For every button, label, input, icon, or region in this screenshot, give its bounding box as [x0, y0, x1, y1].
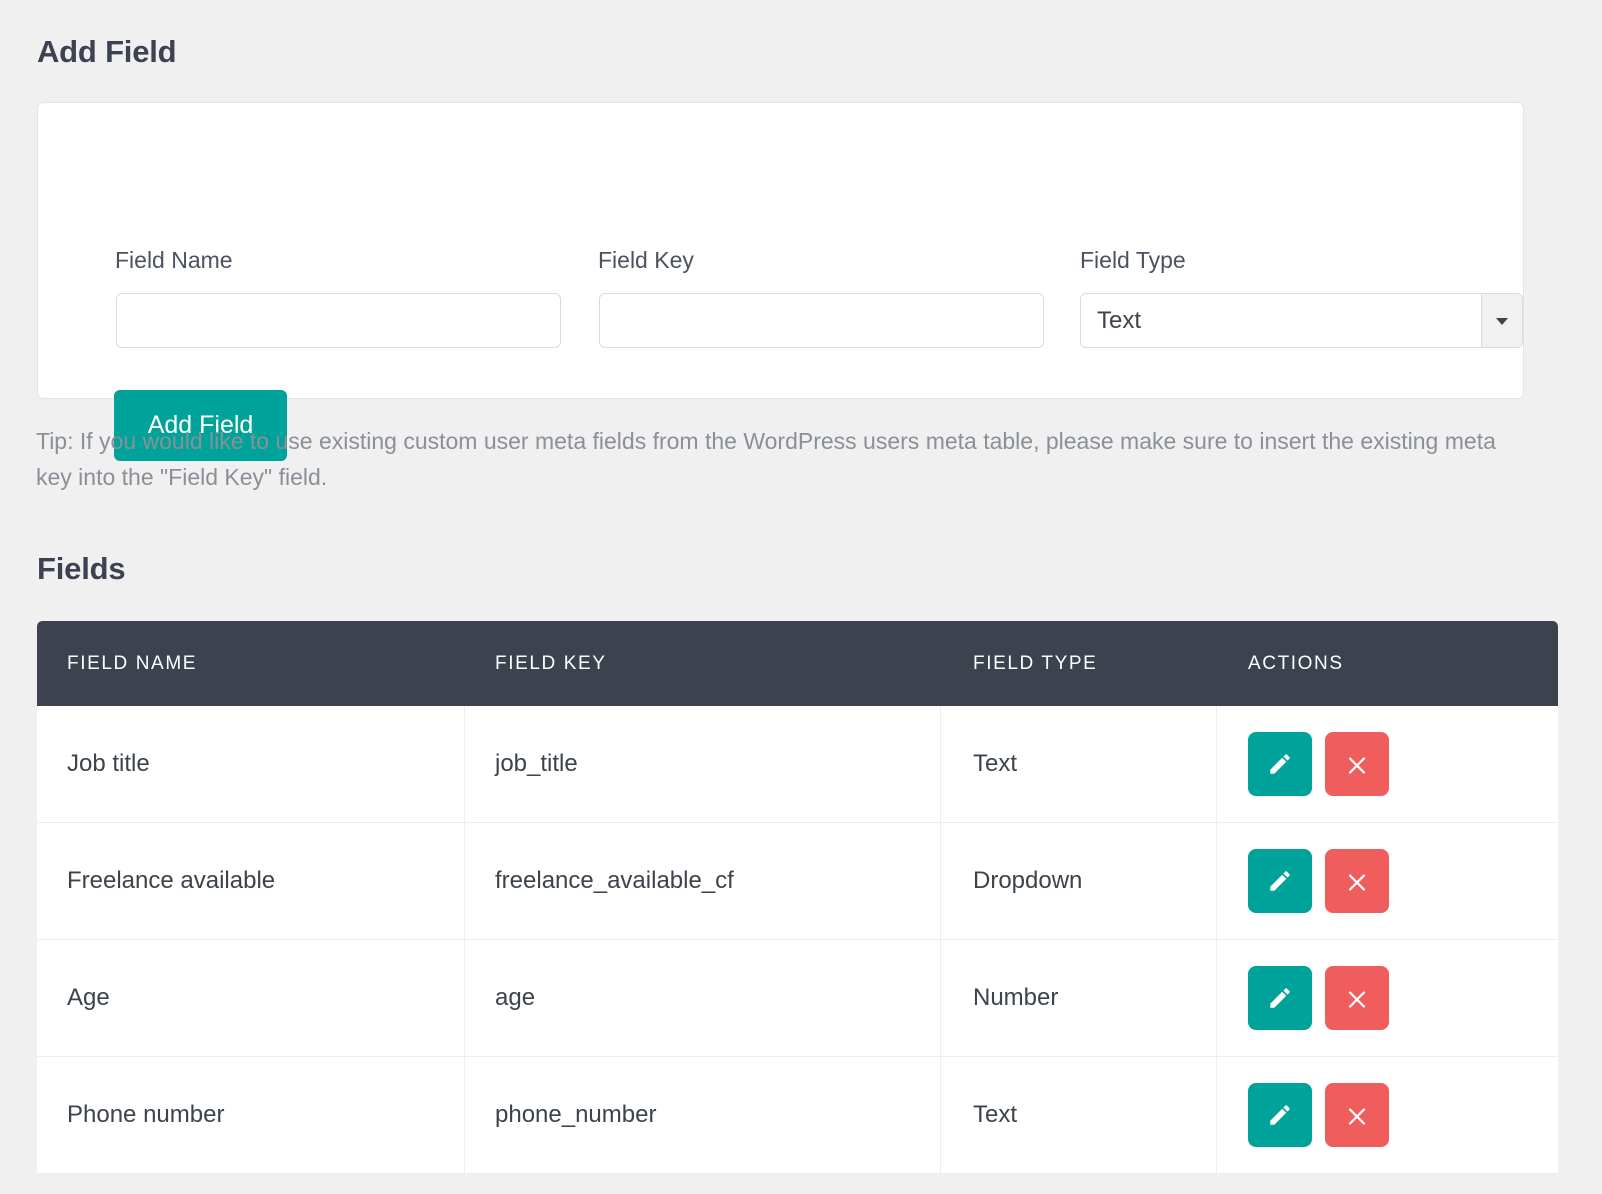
table-body: Job titlejob_titleTextFreelance availabl… [37, 706, 1558, 1174]
delete-field-button[interactable] [1325, 849, 1389, 913]
add-field-card: Field Name Field Key Field Type Text Add… [37, 102, 1524, 399]
cell-field-key: job_title [465, 706, 941, 822]
row-action-group [1248, 849, 1389, 913]
cell-field-type: Text [941, 1057, 1217, 1173]
cell-field-type: Dropdown [941, 823, 1217, 939]
fields-table: FIELD NAME FIELD KEY FIELD TYPE ACTIONS … [37, 621, 1558, 1174]
edit-field-button[interactable] [1248, 732, 1312, 796]
row-action-group [1248, 1083, 1389, 1147]
cell-actions [1217, 823, 1558, 939]
cell-field-name: Age [37, 940, 465, 1056]
table-row: Freelance availablefreelance_available_c… [37, 823, 1558, 940]
field-key-label: Field Key [598, 249, 694, 272]
table-row: Phone numberphone_numberText [37, 1057, 1558, 1174]
close-icon [1344, 751, 1370, 777]
row-action-group [1248, 966, 1389, 1030]
close-icon [1344, 985, 1370, 1011]
cell-field-key: phone_number [465, 1057, 941, 1173]
column-header-actions: ACTIONS [1217, 621, 1558, 706]
chevron-down-icon[interactable] [1481, 294, 1522, 347]
column-header-field-key: FIELD KEY [465, 621, 941, 706]
cell-field-key: age [465, 940, 941, 1056]
cell-field-name: Phone number [37, 1057, 465, 1173]
close-icon [1344, 1102, 1370, 1128]
cell-actions [1217, 706, 1558, 822]
cell-field-type: Text [941, 706, 1217, 822]
field-name-input[interactable] [116, 293, 561, 348]
row-action-group [1248, 732, 1389, 796]
cell-field-key: freelance_available_cf [465, 823, 941, 939]
pencil-icon [1267, 1102, 1293, 1128]
fields-heading: Fields [37, 553, 125, 584]
cell-actions [1217, 1057, 1558, 1173]
table-row: Job titlejob_titleText [37, 706, 1558, 823]
add-field-page: Add Field Field Name Field Key Field Typ… [0, 0, 1602, 1194]
field-type-selected-value: Text [1097, 294, 1141, 347]
field-type-select[interactable]: Text [1080, 293, 1523, 348]
delete-field-button[interactable] [1325, 966, 1389, 1030]
add-field-heading: Add Field [37, 36, 176, 67]
pencil-icon [1267, 868, 1293, 894]
cell-field-name: Job title [37, 706, 465, 822]
column-header-field-type: FIELD TYPE [941, 621, 1217, 706]
column-header-field-name: FIELD NAME [37, 621, 465, 706]
edit-field-button[interactable] [1248, 849, 1312, 913]
cell-field-type: Number [941, 940, 1217, 1056]
edit-field-button[interactable] [1248, 1083, 1312, 1147]
pencil-icon [1267, 985, 1293, 1011]
field-key-input[interactable] [599, 293, 1044, 348]
cell-actions [1217, 940, 1558, 1056]
table-row: AgeageNumber [37, 940, 1558, 1057]
field-name-label: Field Name [115, 249, 233, 272]
delete-field-button[interactable] [1325, 732, 1389, 796]
close-icon [1344, 868, 1370, 894]
cell-field-name: Freelance available [37, 823, 465, 939]
edit-field-button[interactable] [1248, 966, 1312, 1030]
table-header-row: FIELD NAME FIELD KEY FIELD TYPE ACTIONS [37, 621, 1558, 706]
pencil-icon [1267, 751, 1293, 777]
tip-text: Tip: If you would like to use existing c… [36, 423, 1526, 495]
field-type-label: Field Type [1080, 249, 1186, 272]
delete-field-button[interactable] [1325, 1083, 1389, 1147]
